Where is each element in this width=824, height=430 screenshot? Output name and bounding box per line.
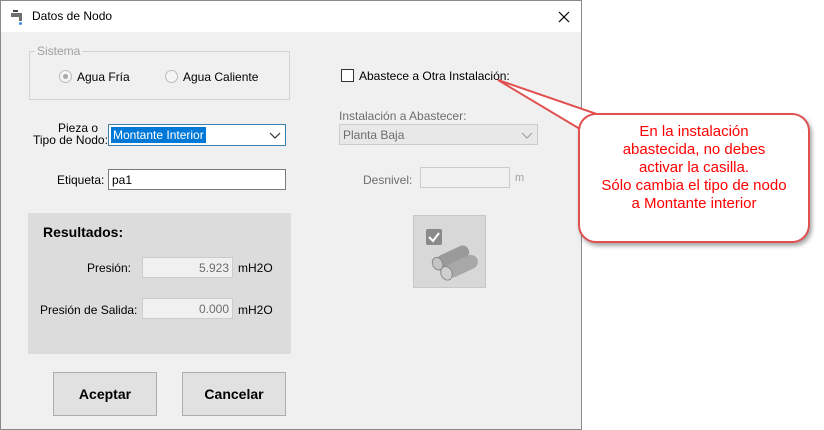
agua-caliente-radio[interactable] bbox=[165, 70, 178, 83]
presion-field[interactable]: 5.923 bbox=[142, 257, 233, 278]
callout-line: En la instalación bbox=[639, 123, 749, 140]
chevron-down-icon bbox=[269, 132, 281, 139]
agua-fria-label: Agua Fría bbox=[77, 70, 130, 84]
results-title: Resultados: bbox=[43, 224, 124, 240]
presion-salida-unit: mH2O bbox=[238, 303, 273, 317]
presion-salida-field[interactable]: 0.000 bbox=[142, 298, 233, 319]
callout-line: a Montante interior bbox=[631, 195, 757, 212]
abastece-label: Abastece a Otra Instalación: bbox=[359, 69, 510, 83]
instalacion-value: Planta Baja bbox=[343, 128, 405, 142]
node-image bbox=[413, 215, 486, 288]
etiqueta-input[interactable]: pa1 bbox=[108, 169, 286, 190]
tipo-nodo-value: Montante Interior bbox=[111, 127, 206, 143]
tipo-nodo-select[interactable]: Montante Interior bbox=[108, 124, 286, 146]
callout-line: abastecida, no debes bbox=[622, 141, 766, 158]
title-bar: Datos de Nodo bbox=[1, 1, 581, 32]
desnivel-label: Desnivel: bbox=[363, 173, 413, 187]
pipes-icon bbox=[426, 229, 478, 281]
etiqueta-label: Etiqueta: bbox=[57, 173, 105, 187]
faucet-icon bbox=[9, 8, 27, 26]
callout-text: En la instalación abastecida, no debes a… bbox=[578, 123, 810, 213]
presion-unit: mH2O bbox=[238, 261, 273, 275]
desnivel-input[interactable] bbox=[420, 167, 510, 188]
instalacion-select[interactable]: Planta Baja bbox=[339, 124, 538, 145]
close-icon bbox=[558, 11, 570, 22]
agua-caliente-label: Agua Caliente bbox=[183, 70, 259, 84]
chevron-down-icon bbox=[521, 132, 533, 139]
window-title: Datos de Nodo bbox=[32, 9, 113, 23]
presion-salida-label: Presión de Salida: bbox=[40, 303, 138, 317]
callout-line: Sólo cambia el tipo de nodo bbox=[601, 177, 787, 194]
instalacion-label: Instalación a Abastecer: bbox=[339, 109, 467, 123]
accept-button[interactable]: Aceptar bbox=[53, 372, 157, 416]
presion-label: Presión: bbox=[86, 261, 131, 275]
tipo-nodo-label: Tipo de Nodo: bbox=[33, 133, 108, 147]
radio-selected-dot bbox=[63, 74, 68, 79]
cancel-button[interactable]: Cancelar bbox=[182, 372, 286, 416]
callout-line: activar la casilla. bbox=[638, 159, 750, 176]
agua-fria-radio[interactable] bbox=[59, 70, 72, 83]
abastece-checkbox[interactable] bbox=[341, 69, 354, 82]
desnivel-unit: m bbox=[515, 172, 525, 184]
close-button[interactable] bbox=[547, 1, 581, 32]
sistema-legend: Sistema bbox=[35, 44, 83, 58]
